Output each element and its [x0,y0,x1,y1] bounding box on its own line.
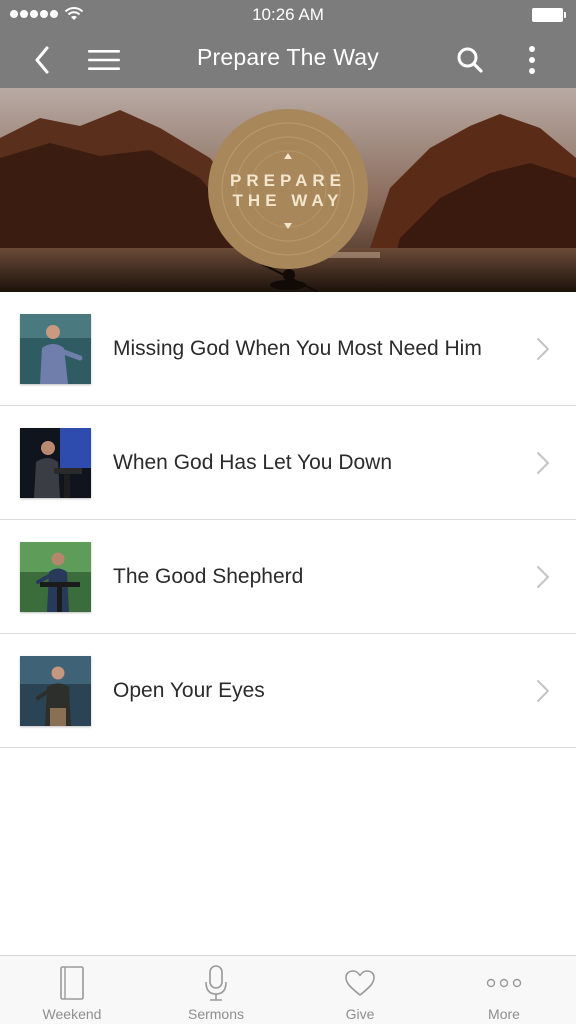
tab-label: Sermons [187,1006,245,1022]
horizontal-ellipsis-icon [486,978,522,988]
status-time: 10:26 AM [252,5,324,24]
speaker-thumbnail [20,428,91,498]
list-item[interactable]: Missing God When You Most Need Him [0,292,576,406]
chevron-right-icon [537,566,549,588]
list-item[interactable]: The Good Shepherd [0,520,576,634]
battery-icon [532,8,566,22]
navigation-bar: Prepare The Way [0,30,576,88]
sermon-title: Missing God When You Most Need Him [113,337,482,360]
more-options-button[interactable] [510,38,554,82]
banner-artwork: PREPARE THE WAY [0,88,576,292]
logo-line-1: PREPARE [230,171,346,190]
tab-label: More [488,1006,520,1022]
list-item[interactable]: When God Has Let You Down [0,406,576,520]
sermon-title: The Good Shepherd [113,565,304,588]
speaker-thumbnail [20,314,91,384]
microphone-icon [205,965,227,1001]
speaker-thumbnail [20,656,91,726]
sermon-list: Missing God When You Most Need Him When … [0,292,576,748]
chevron-right-icon [537,452,549,474]
top-bar: 10:26 AM Prepare The Way [0,0,576,88]
series-banner: PREPARE THE WAY [0,88,576,292]
chevron-right-icon [537,338,549,360]
tab-sermons[interactable]: Sermons [144,956,288,1024]
tab-weekend[interactable]: Weekend [0,956,144,1024]
sermon-title: Open Your Eyes [113,679,265,702]
logo-line-2: THE WAY [233,191,344,210]
heart-icon [345,970,375,996]
speaker-thumbnail [20,542,91,612]
search-icon [457,47,483,73]
status-bar: 10:26 AM [0,0,576,30]
tab-bar: Weekend Sermons Give More [0,955,576,1024]
sermon-title: When God Has Let You Down [113,451,393,474]
tab-more[interactable]: More [432,956,576,1024]
tab-label: Weekend [42,1006,102,1022]
vertical-ellipsis-icon [529,46,535,74]
search-button[interactable] [448,38,492,82]
chevron-right-icon [537,680,549,702]
tab-label: Give [345,1006,375,1022]
list-item[interactable]: Open Your Eyes [0,634,576,748]
series-logo: PREPARE THE WAY [208,109,368,269]
book-icon [60,966,84,1000]
tab-give[interactable]: Give [288,956,432,1024]
